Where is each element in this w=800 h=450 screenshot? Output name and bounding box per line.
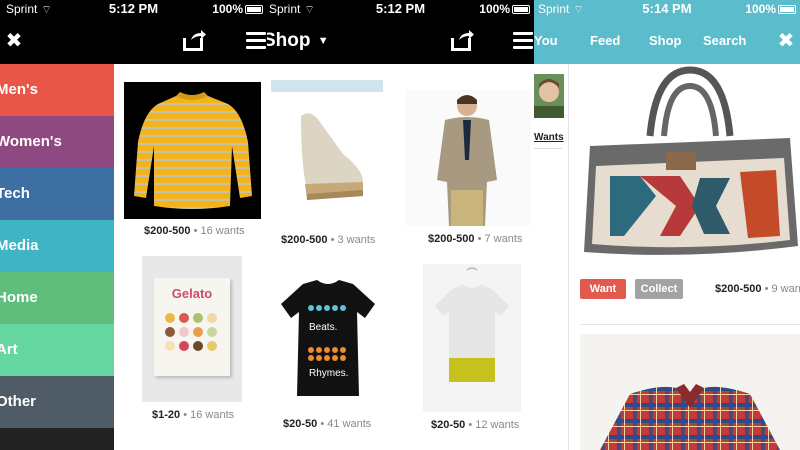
status-bar: Sprint ⌔ 5:12 PM 100% bbox=[267, 0, 534, 18]
product-wants: • 16 wants bbox=[193, 225, 245, 237]
product-card[interactable] bbox=[580, 334, 800, 450]
close-icon[interactable]: ✖ bbox=[774, 18, 798, 64]
want-button[interactable]: Want bbox=[580, 279, 626, 299]
tab-feed[interactable]: Feed bbox=[590, 18, 620, 64]
sidebar-divider bbox=[534, 148, 562, 149]
product-wants: • 3 wants bbox=[330, 234, 376, 246]
tab-you[interactable]: You bbox=[534, 18, 558, 64]
product-price: $20-50 bbox=[283, 418, 318, 430]
menu-item-tech[interactable]: Tech bbox=[0, 168, 114, 220]
menu-item-home[interactable]: Home bbox=[0, 272, 114, 324]
nav-bar: Sprint ⌔ 5:12 PM 100% Shop ▼ bbox=[267, 0, 534, 64]
product-image bbox=[124, 82, 261, 219]
product-price: $20-50 bbox=[431, 419, 466, 431]
profile-avatar[interactable] bbox=[534, 74, 564, 118]
card-divider bbox=[580, 324, 800, 325]
product-caption: $1-20 • 16 wants bbox=[152, 409, 234, 421]
product-wants: • 9 want bbox=[764, 283, 800, 295]
product-caption: $200-500 • 16 wants bbox=[144, 225, 245, 237]
chevron-down-icon: ▼ bbox=[317, 35, 329, 47]
battery-indicator: 100% bbox=[479, 2, 530, 16]
book-cover: Gelato bbox=[154, 278, 230, 376]
top-tabs: You Feed Shop Search bbox=[534, 18, 800, 64]
loading-bar bbox=[271, 80, 383, 92]
product-wants: • 16 wants bbox=[183, 409, 235, 421]
product-caption: $200-500 • 7 wants bbox=[428, 233, 522, 245]
menu-item-other[interactable]: Other bbox=[0, 376, 114, 428]
product-wants: • 7 wants bbox=[477, 233, 523, 245]
menu-item-womens[interactable]: Women's bbox=[0, 116, 114, 168]
product-price: $200-500 bbox=[428, 233, 475, 245]
product-card[interactable]: $200-500 • 7 wants bbox=[405, 90, 531, 248]
menu-item-mens[interactable]: Men's bbox=[0, 64, 114, 116]
battery-percent: 100% bbox=[479, 2, 510, 16]
product-caption: $200-500 • 9 want bbox=[715, 283, 800, 295]
product-price: $1-20 bbox=[152, 409, 181, 421]
product-image bbox=[580, 334, 800, 450]
menu-item-label: Art bbox=[0, 341, 18, 358]
product-wants: • 41 wants bbox=[320, 418, 372, 430]
battery-icon bbox=[245, 5, 263, 14]
tee-text-1: Beats. bbox=[309, 322, 338, 333]
product-image bbox=[271, 96, 383, 214]
product-image bbox=[405, 90, 531, 226]
nav-bar: Sprint ⌔ 5:12 PM 100% ✖ bbox=[0, 0, 267, 64]
panel-divider bbox=[568, 64, 569, 450]
product-caption: $20-50 • 41 wants bbox=[283, 418, 371, 430]
shop-screen: Sprint ⌔ 5:12 PM 100% Shop ▼ $200-500 • 3… bbox=[267, 0, 534, 450]
menu-item-label: Women's bbox=[0, 133, 62, 150]
tab-search[interactable]: Search bbox=[703, 18, 746, 64]
battery-percent: 100% bbox=[745, 2, 776, 16]
status-bar: Sprint ⌔ 5:12 PM 100% bbox=[0, 0, 267, 18]
product-card[interactable]: Beats. Rhymes. $20-50 • 41 wants bbox=[267, 272, 391, 436]
tab-shop[interactable]: Shop bbox=[649, 18, 682, 64]
menu-item-art[interactable]: Art bbox=[0, 324, 114, 376]
battery-percent: 100% bbox=[212, 2, 243, 16]
battery-icon bbox=[778, 5, 796, 14]
product-card[interactable]: $20-50 • 12 wants bbox=[423, 264, 523, 436]
share-icon[interactable] bbox=[183, 29, 207, 51]
menu-footer bbox=[0, 428, 114, 450]
product-wants: • 12 wants bbox=[468, 419, 520, 431]
menu-item-label: Media bbox=[0, 237, 39, 254]
close-icon[interactable]: ✖ bbox=[2, 18, 26, 64]
product-image bbox=[423, 264, 521, 412]
menu-item-label: Other bbox=[0, 393, 37, 410]
product-detail-screen: Sprint ⌔ 5:14 PM 100% You Feed Shop Searc… bbox=[534, 0, 800, 450]
menu-screen: Sprint⌔ 5:12 PM 100% ✖ Men's Women's Tec… bbox=[0, 0, 267, 450]
product-price: $200-500 bbox=[281, 234, 328, 246]
nav-bar: Sprint ⌔ 5:14 PM 100% You Feed Shop Searc… bbox=[534, 0, 800, 64]
battery-indicator: 100% bbox=[745, 2, 796, 16]
product-image: Beats. Rhymes. bbox=[267, 272, 389, 404]
product-caption: $20-50 • 12 wants bbox=[431, 419, 519, 431]
product-price: $200-500 bbox=[144, 225, 191, 237]
menu-item-label: Home bbox=[0, 289, 38, 306]
menu-item-label: Men's bbox=[0, 81, 38, 98]
battery-icon bbox=[512, 5, 530, 14]
product-image: Gelato bbox=[142, 256, 242, 402]
product-card[interactable]: $200-500 • 16 wants bbox=[124, 82, 262, 242]
product-card[interactable]: Want Collect $200-500 • 9 want bbox=[580, 66, 800, 314]
battery-indicator: 100% bbox=[212, 2, 263, 16]
product-caption: $200-500 • 3 wants bbox=[281, 234, 375, 246]
menu-item-media[interactable]: Media bbox=[0, 220, 114, 272]
product-image bbox=[580, 66, 800, 266]
product-card[interactable]: $200-500 • 3 wants bbox=[271, 96, 385, 248]
menu-item-label: Tech bbox=[0, 185, 30, 202]
product-card[interactable]: Gelato $1-20 • 16 wants bbox=[142, 256, 242, 426]
shop-dropdown[interactable]: Shop ▼ bbox=[267, 18, 329, 64]
menu-icon[interactable] bbox=[513, 32, 533, 50]
status-bar: Sprint ⌔ 5:14 PM 100% bbox=[534, 0, 800, 18]
tee-text-2: Rhymes. bbox=[309, 368, 349, 379]
menu-icon[interactable] bbox=[246, 32, 266, 50]
collect-button[interactable]: Collect bbox=[635, 279, 683, 299]
product-price: $200-500 bbox=[715, 283, 762, 295]
page-title: Shop bbox=[267, 30, 311, 51]
wants-link[interactable]: Wants bbox=[534, 132, 564, 143]
category-menu: Men's Women's Tech Media Home Art Other bbox=[0, 64, 114, 428]
share-icon[interactable] bbox=[451, 29, 475, 51]
